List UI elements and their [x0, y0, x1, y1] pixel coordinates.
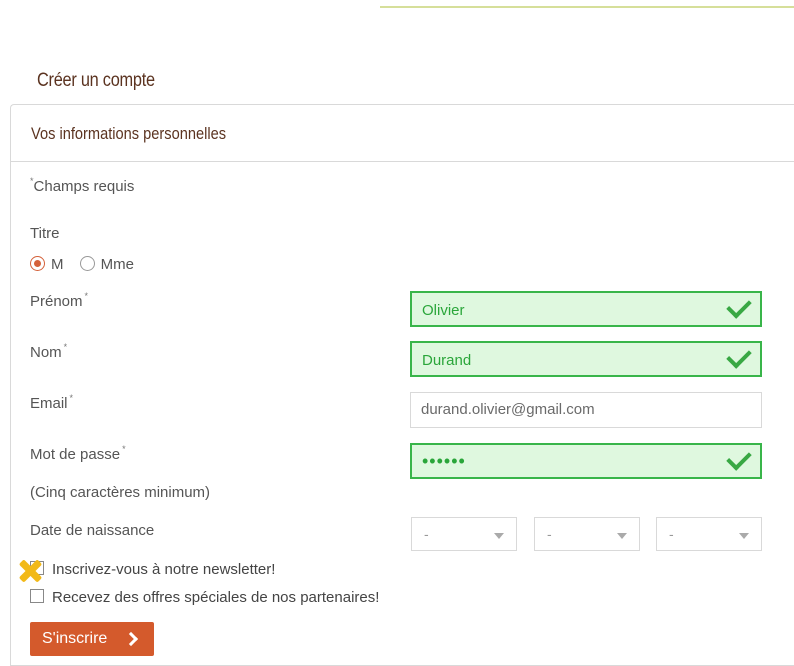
checkmark-icon — [726, 445, 752, 471]
password-label: Mot de passe * — [30, 444, 126, 463]
nom-input[interactable]: Durand — [410, 341, 762, 377]
prenom-input[interactable]: Olivier — [410, 291, 762, 327]
register-button[interactable]: S'inscrire — [30, 622, 154, 656]
email-input[interactable]: durand.olivier@gmail.com — [410, 392, 762, 428]
birthdate-month-select[interactable]: - — [534, 517, 640, 551]
titre-label: Titre — [30, 225, 60, 242]
password-hint: (Cinq caractères minimum) — [30, 484, 211, 501]
email-label: Email * — [30, 393, 74, 412]
birthdate-label: Date de naissance — [30, 522, 155, 539]
chevron-down-icon — [617, 533, 627, 539]
chevron-down-icon — [739, 533, 749, 539]
radio-option-m[interactable]: M — [30, 256, 64, 273]
panel-header: Vos informations personnelles — [11, 105, 794, 162]
checkmark-icon — [726, 293, 752, 319]
radio-option-mme[interactable]: Mme — [79, 256, 134, 273]
password-value: •••••• — [422, 451, 466, 471]
titre-radio-group: M Mme — [30, 256, 134, 273]
partners-checkbox[interactable] — [30, 589, 44, 603]
page-title: Créer un compte — [37, 70, 155, 91]
required-note: *Champs requis — [30, 176, 135, 195]
radio-mme-control[interactable] — [79, 256, 95, 271]
nom-label: Nom * — [30, 342, 68, 361]
nom-value: Durand — [422, 352, 472, 369]
radio-m-control[interactable] — [30, 256, 45, 271]
panel-title: Vos informations personnelles — [31, 124, 227, 143]
checkmark-icon — [726, 343, 752, 369]
password-input[interactable]: •••••• — [410, 443, 762, 479]
chevron-down-icon — [494, 533, 504, 539]
prenom-label: Prénom * — [30, 291, 89, 310]
top-divider — [380, 6, 794, 8]
birthdate-day-select[interactable]: - — [411, 517, 517, 551]
chevron-right-icon — [123, 631, 139, 647]
newsletter-option[interactable]: Inscrivez-vous à notre newsletter! — [30, 561, 275, 578]
partners-option[interactable]: Recevez des offres spéciales de nos part… — [30, 589, 379, 606]
prenom-value: Olivier — [422, 302, 465, 319]
email-value: durand.olivier@gmail.com — [421, 401, 595, 418]
birthdate-year-select[interactable]: - — [656, 517, 762, 551]
x-marker-icon — [16, 558, 44, 586]
